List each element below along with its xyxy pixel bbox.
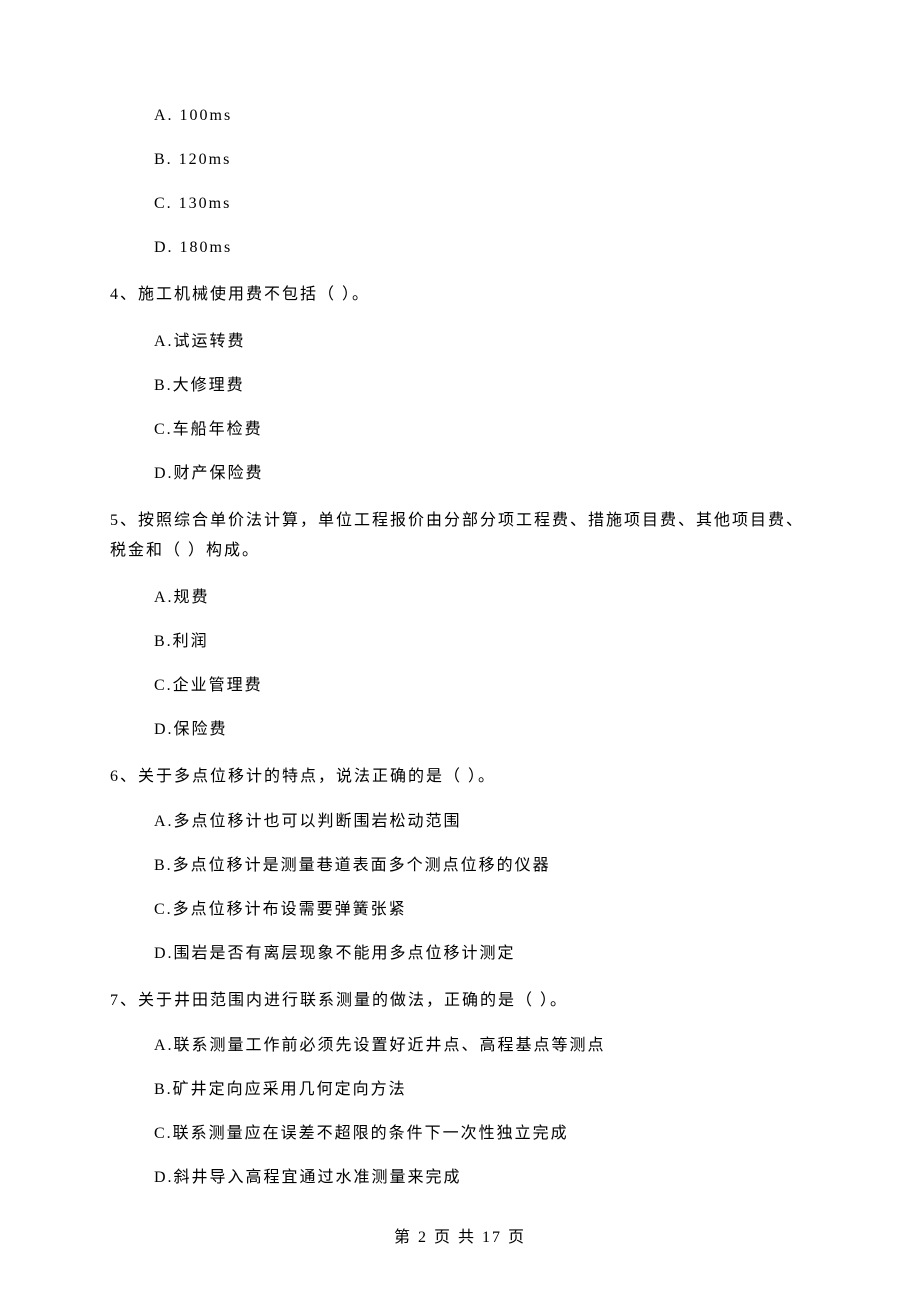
opt-d: D.保险费 [110, 722, 810, 738]
opt-a: A.多点位移计也可以判断围岩松动范围 [110, 814, 810, 830]
opt-a: A.规费 [110, 590, 810, 606]
opt-c: C.企业管理费 [110, 678, 810, 694]
question-number: 6、 [110, 768, 138, 785]
opt-a: A. 100ms [110, 108, 810, 124]
question-stem: 4、施工机械使用费不包括（ ）。 [110, 280, 810, 310]
opt-d: D.财产保险费 [110, 466, 810, 482]
question-number: 7、 [110, 992, 138, 1009]
question-text: 关于多点位移计的特点，说法正确的是（ ）。 [138, 768, 496, 785]
opt-b: B. 120ms [110, 152, 810, 168]
opt-b: B.多点位移计是测量巷道表面多个测点位移的仪器 [110, 858, 810, 874]
question-stem: 7、关于井田范围内进行联系测量的做法，正确的是（ ）。 [110, 986, 810, 1016]
opt-c: C. 130ms [110, 196, 810, 212]
opt-a: A.联系测量工作前必须先设置好近井点、高程基点等测点 [110, 1038, 810, 1054]
opt-b: B.利润 [110, 634, 810, 650]
opt-c: C.联系测量应在误差不超限的条件下一次性独立完成 [110, 1126, 810, 1142]
question-text: 按照综合单价法计算，单位工程报价由分部分项工程费、措施项目费、其他项目费、税金和… [110, 512, 804, 559]
question-text: 关于井田范围内进行联系测量的做法，正确的是（ ）。 [138, 992, 568, 1009]
opt-b: B.大修理费 [110, 378, 810, 394]
question-stem: 6、关于多点位移计的特点，说法正确的是（ ）。 [110, 762, 810, 792]
opt-d: D.围岩是否有离层现象不能用多点位移计测定 [110, 946, 810, 962]
opt-c: C.多点位移计布设需要弹簧张紧 [110, 902, 810, 918]
question-number: 4、 [110, 286, 138, 303]
opt-d: D. 180ms [110, 240, 810, 256]
opt-c: C.车船年检费 [110, 422, 810, 438]
page: A. 100ms B. 120ms C. 130ms D. 180ms 4、施工… [0, 0, 920, 1302]
page-footer: 第 2 页 共 17 页 [0, 1223, 920, 1247]
opt-a: A.试运转费 [110, 334, 810, 350]
question-text: 施工机械使用费不包括（ ）。 [138, 286, 370, 303]
question-stem: 5、按照综合单价法计算，单位工程报价由分部分项工程费、措施项目费、其他项目费、税… [110, 506, 810, 566]
question-number: 5、 [110, 512, 138, 529]
opt-d: D.斜井导入高程宜通过水准测量来完成 [110, 1170, 810, 1186]
opt-b: B.矿井定向应采用几何定向方法 [110, 1082, 810, 1098]
